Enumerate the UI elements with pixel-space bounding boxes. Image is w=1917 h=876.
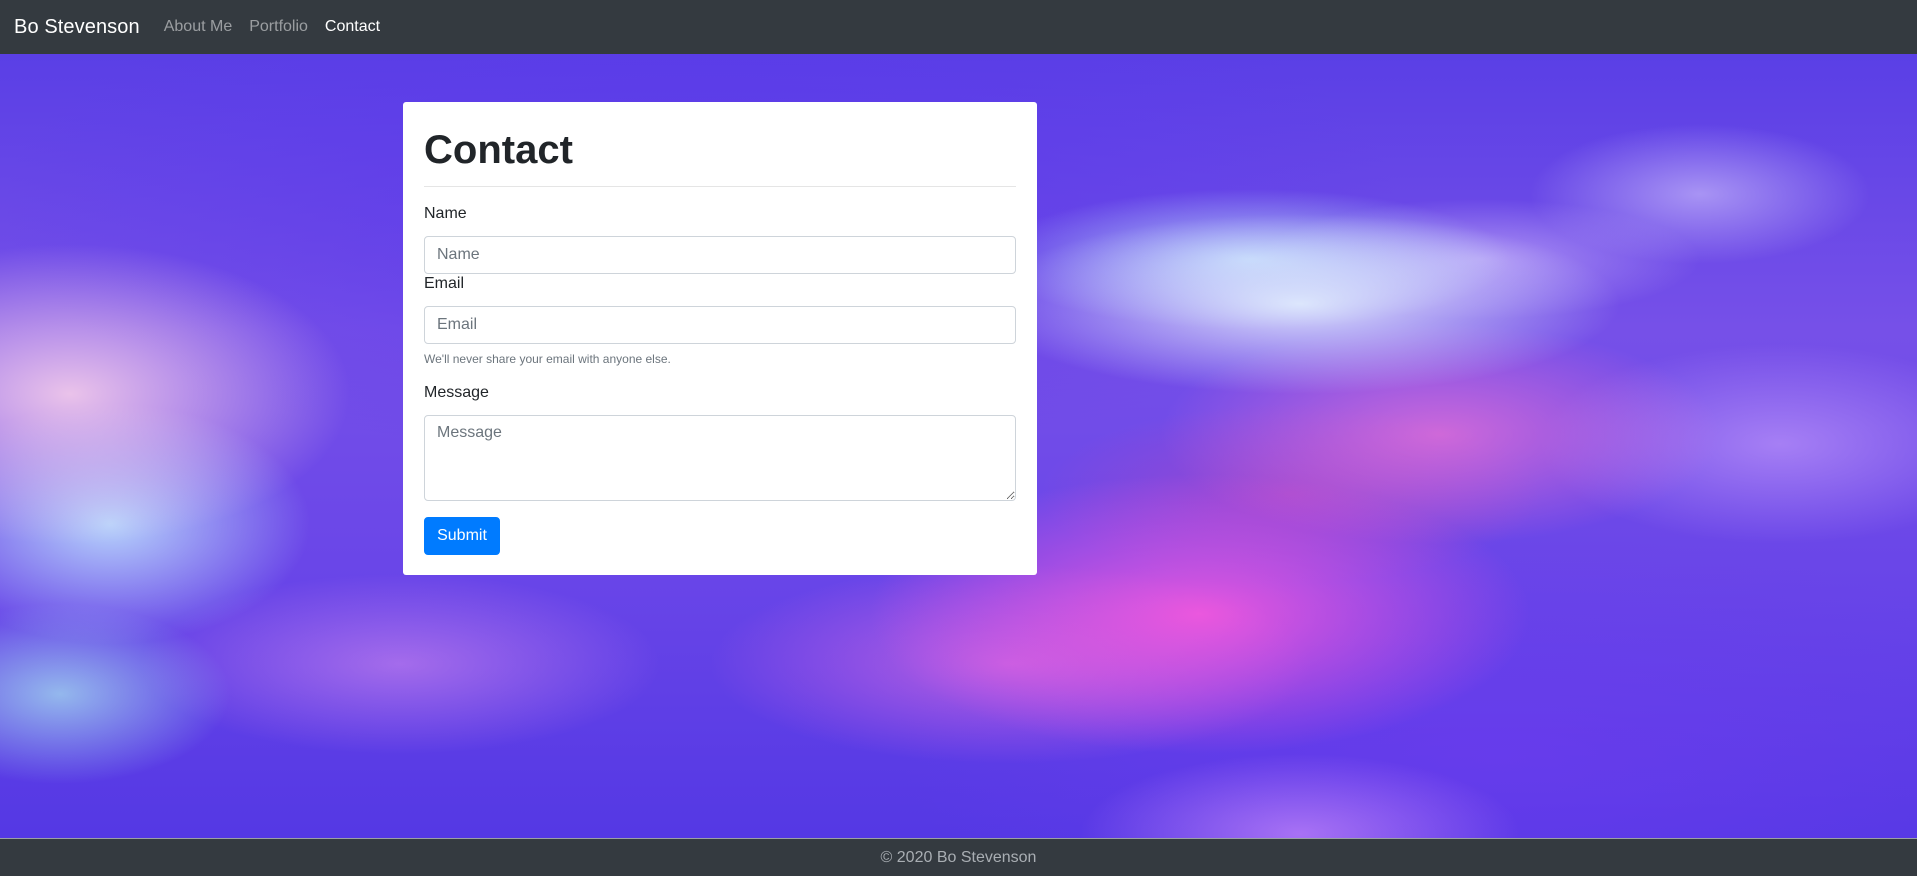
nav-link-contact[interactable]: Contact [325,18,380,36]
name-label: Name [424,205,467,222]
message-label: Message [424,384,489,401]
email-help-text: We'll never share your email with anyone… [424,352,671,366]
nav-link-portfolio[interactable]: Portfolio [249,18,308,36]
page-title: Contact [424,128,573,172]
divider [424,186,1016,187]
footer-copyright: © 2020 Bo Stevenson [880,848,1037,866]
footer: © 2020 Bo Stevenson [0,838,1917,876]
brand-link[interactable]: Bo Stevenson [14,16,140,39]
email-label: Email [424,275,465,292]
name-input[interactable] [424,236,1016,274]
contact-card: Contact Name Email We'll never share you… [403,102,1037,575]
submit-button[interactable]: Submit [424,517,500,555]
email-input[interactable] [424,306,1016,344]
nav-link-about-me[interactable]: About Me [164,18,232,36]
message-textarea[interactable] [424,415,1016,501]
navbar: Bo Stevenson About Me Portfolio Contact [0,0,1917,54]
